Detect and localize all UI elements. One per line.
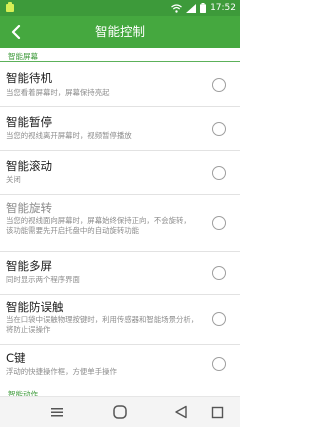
radio-button[interactable] (212, 78, 226, 92)
radio-button[interactable] (212, 312, 226, 326)
setting-title: 智能防误触 (6, 300, 64, 314)
setting-description: 浮动的快捷操作框，方便单手操作 (6, 367, 117, 376)
radio-button[interactable] (212, 266, 226, 280)
setting-item-c-key[interactable]: C键 浮动的快捷操作框，方便单手操作 (0, 345, 240, 384)
setting-title: 智能多屏 (6, 259, 52, 273)
recents-icon[interactable] (208, 403, 226, 421)
page-title: 智能控制 (94, 24, 145, 39)
setting-item-smart-rotate[interactable]: 智能旋转 当您的视线面向屏幕时，屏幕始终保持正向，不会旋转，该功能需要先开启托盘… (0, 195, 240, 252)
setting-description: 同时显示两个程序界面 (6, 275, 80, 284)
status-bar: 17:52 (0, 0, 240, 16)
setting-description: 当您的视线离开屏幕时，视频暂停播放 (6, 131, 132, 140)
wifi-icon (171, 3, 182, 13)
battery-icon (200, 3, 207, 13)
setting-title: 智能暂停 (6, 115, 52, 129)
setting-title: 智能旋转 (6, 201, 52, 215)
radio-button[interactable] (212, 166, 226, 180)
setting-description: 当您看着屏幕时，屏幕保持亮起 (6, 88, 110, 97)
back-icon[interactable] (172, 403, 190, 421)
setting-item-smart-anti-mistouch[interactable]: 智能防误触 当在口袋中误触物理按键时，利用传感器和智能场景分析，将防止误操作 (0, 295, 240, 345)
signal-icon (186, 3, 197, 13)
setting-description: 关闭 (6, 175, 21, 184)
setting-title: 智能待机 (6, 71, 52, 85)
radio-button[interactable] (212, 216, 226, 230)
home-icon[interactable] (111, 403, 129, 421)
status-time: 17:52 (210, 3, 236, 13)
app-bar: 智能控制 (0, 16, 240, 48)
setting-title: 智能滚动 (6, 159, 52, 173)
setting-item-smart-standby[interactable]: 智能待机 当您看着屏幕时，屏幕保持亮起 (0, 62, 240, 107)
radio-button[interactable] (212, 357, 226, 371)
setting-description: 当在口袋中误触物理按键时，利用传感器和智能场景分析，将防止误操作 (6, 315, 199, 334)
menu-icon[interactable] (48, 403, 66, 421)
setting-title: C键 (6, 351, 26, 365)
app-notification-icon (5, 2, 15, 13)
settings-list: 智能待机 当您看着屏幕时，屏幕保持亮起 智能暂停 当您的视线离开屏幕时，视频暂停… (0, 62, 240, 384)
setting-item-smart-pause[interactable]: 智能暂停 当您的视线离开屏幕时，视频暂停播放 (0, 107, 240, 151)
radio-button[interactable] (212, 122, 226, 136)
setting-description: 当您的视线面向屏幕时，屏幕始终保持正向，不会旋转，该功能需要先开启托盘中的自动旋… (6, 216, 191, 235)
navigation-bar (0, 396, 240, 427)
setting-item-smart-multiscreen[interactable]: 智能多屏 同时显示两个程序界面 (0, 252, 240, 295)
setting-item-smart-scroll[interactable]: 智能滚动 关闭 (0, 151, 240, 195)
